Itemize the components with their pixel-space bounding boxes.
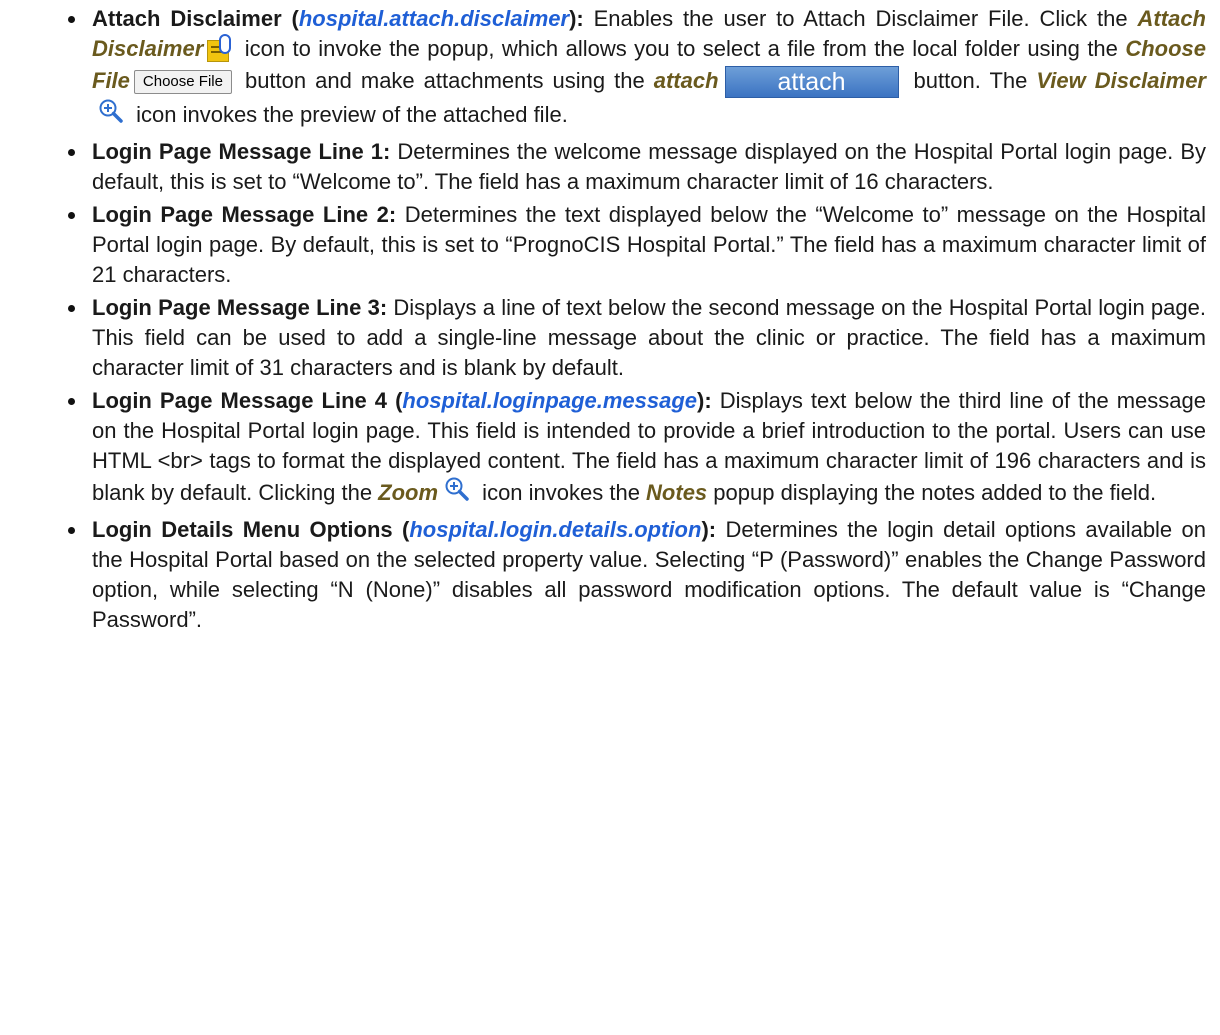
term-label: Login Page Message Line 3:	[92, 295, 388, 321]
list-item-login-message-line-1: Login Page Message Line 1: Determines th…	[0, 137, 1206, 197]
zoom-in-icon[interactable]	[98, 98, 124, 124]
attach-file-icon[interactable]	[207, 34, 233, 63]
property-key: hospital.loginpage.message	[402, 388, 698, 414]
list-item-login-message-line-3: Login Page Message Line 3: Displays a li…	[0, 293, 1206, 383]
term-prefix: Login Details Menu Options (	[92, 517, 410, 543]
ui-term-notes: Notes	[646, 480, 708, 506]
list-item-attach-disclaimer: Attach Disclaimer (hospital.attach.discl…	[0, 4, 1206, 134]
ui-term-zoom: Zoom	[378, 480, 439, 506]
property-key: hospital.login.details.option	[409, 517, 702, 543]
description-text: icon invokes the	[476, 480, 647, 506]
list-item-login-message-line-4: Login Page Message Line 4 (hospital.logi…	[0, 386, 1206, 512]
property-list: Attach Disclaimer (hospital.attach.discl…	[0, 4, 1206, 635]
description-text: Enables the user to Attach Disclaimer Fi…	[583, 6, 1138, 31]
property-key: hospital.attach.disclaimer	[298, 6, 570, 31]
description-text: button and make attachments using the	[235, 68, 654, 94]
choose-file-button[interactable]: Choose File	[133, 70, 232, 95]
list-item-login-message-line-2: Login Page Message Line 2: Determines th…	[0, 200, 1206, 290]
term-label: Login Page Message Line 1:	[92, 139, 391, 165]
description-text: icon invokes the preview of the attached…	[130, 102, 568, 128]
attach-button[interactable]: attach	[724, 66, 899, 99]
ui-term-view-disclaimer: View Disclaimer	[1036, 68, 1206, 94]
description-text: icon to invoke the popup, which allows y…	[237, 36, 1126, 61]
term-label: Login Page Message Line 2:	[92, 202, 397, 228]
term-suffix: ):	[569, 6, 584, 31]
zoom-in-icon[interactable]	[444, 476, 470, 502]
term-prefix: Attach Disclaimer (	[92, 6, 299, 31]
ui-term-attach: attach	[653, 68, 719, 94]
term-suffix: ):	[697, 388, 712, 414]
description-text: popup displaying the notes added to the …	[707, 480, 1157, 506]
term-suffix: ):	[701, 517, 717, 543]
document-body: Attach Disclaimer (hospital.attach.discl…	[0, 0, 1220, 635]
term-prefix: Login Page Message Line 4 (	[92, 388, 403, 414]
list-item-login-details-menu-options: Login Details Menu Options (hospital.log…	[0, 515, 1206, 635]
description-text: button. The	[904, 68, 1037, 94]
